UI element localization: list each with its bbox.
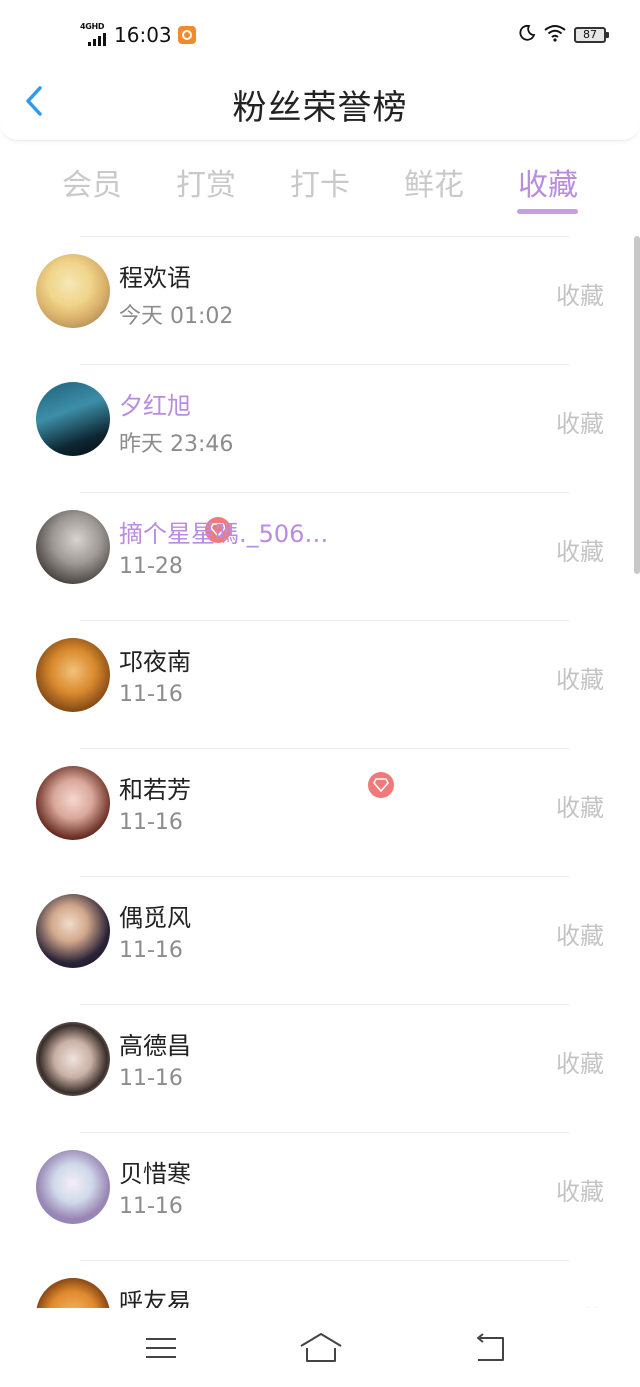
navigation-bar xyxy=(0,1308,640,1387)
signal-icon: 4GHD xyxy=(80,22,112,48)
wifi-icon xyxy=(544,24,566,46)
list-item[interactable]: 邛夜南 11-16 收藏 xyxy=(0,620,640,748)
list-item[interactable]: 夕红旭 昨天 23:46 收藏 xyxy=(0,364,640,543)
divider xyxy=(80,492,570,493)
fan-action-label: 收藏 xyxy=(556,282,604,310)
divider xyxy=(80,364,570,365)
divider xyxy=(80,748,570,749)
fan-time: 11-16 xyxy=(119,682,183,707)
divider xyxy=(80,236,570,237)
fan-name: 贝惜寒 xyxy=(119,1160,191,1188)
status-bar: 4GHD 16:03 87 xyxy=(0,0,640,64)
fan-name: 夕红旭 xyxy=(119,392,191,420)
list-item[interactable]: 和若芳 11-16 收藏 xyxy=(0,748,640,876)
menu-icon[interactable] xyxy=(141,1328,181,1368)
fan-list: 程欢语 今天 01:02 收藏 夕红旭 昨天 23:46 收藏 摘个星星嗎._5… xyxy=(0,236,640,1308)
avatar xyxy=(36,766,110,840)
avatar xyxy=(36,1278,110,1308)
fan-action-label: 收藏 xyxy=(556,794,604,822)
fan-action-label: 收藏 xyxy=(556,1178,604,1206)
fan-action-label: 收藏 xyxy=(556,1300,604,1308)
moon-icon xyxy=(518,24,536,46)
list-item[interactable]: 程欢语 今天 01:02 收藏 xyxy=(0,236,640,364)
fan-name: 摘个星星嗎._506… xyxy=(119,520,329,548)
tab-bar: 会员 打赏 打卡 鲜花 收藏 xyxy=(0,150,640,218)
back-icon[interactable] xyxy=(470,1328,510,1368)
fan-time: 11-16 xyxy=(119,810,183,835)
fan-name: 呼友易 xyxy=(119,1288,191,1308)
fan-name: 邛夜南 xyxy=(119,648,191,676)
fan-time: 11-28 xyxy=(119,554,183,579)
header: 粉丝荣誉榜 xyxy=(0,60,640,141)
avatar xyxy=(36,510,110,584)
fan-name: 和若芳 xyxy=(119,776,191,804)
avatar xyxy=(36,382,110,456)
fan-action-label: 收藏 xyxy=(556,1050,604,1078)
list-item[interactable]: 呼友易 收藏 xyxy=(0,1260,640,1308)
fan-action-label: 收藏 xyxy=(556,538,604,566)
tab-indicator xyxy=(517,209,578,214)
app-notification-icon xyxy=(177,26,196,44)
fan-time: 今天 01:02 xyxy=(119,304,234,329)
tab-reward[interactable]: 打赏 xyxy=(151,160,261,204)
list-item[interactable]: 摘个星星嗎._506… 11-28 收藏 xyxy=(0,492,640,798)
fan-action-label: 收藏 xyxy=(556,922,604,950)
tab-favorites[interactable]: 收藏 xyxy=(493,160,603,204)
fan-name: 程欢语 xyxy=(119,264,191,292)
avatar xyxy=(36,254,110,328)
fan-time: 11-16 xyxy=(119,938,183,963)
status-time: 16:03 xyxy=(114,23,172,47)
tab-checkin[interactable]: 打卡 xyxy=(265,160,375,204)
avatar xyxy=(36,894,110,968)
list-item[interactable]: 贝惜寒 11-16 收藏 xyxy=(0,1132,640,1260)
battery-icon: 87 xyxy=(574,27,609,43)
fan-time: 11-16 xyxy=(119,1066,183,1091)
page-title: 粉丝荣誉榜 xyxy=(232,88,408,128)
avatar xyxy=(36,1150,110,1224)
divider xyxy=(80,1132,570,1133)
tab-member[interactable]: 会员 xyxy=(37,160,147,204)
avatar xyxy=(36,638,110,712)
scrollbar[interactable] xyxy=(634,236,640,574)
fan-action-label: 收藏 xyxy=(556,410,604,438)
divider xyxy=(80,620,570,621)
fan-name: 高德昌 xyxy=(119,1032,191,1060)
list-item[interactable]: 高德昌 11-16 收藏 xyxy=(0,1004,640,1132)
divider xyxy=(80,1004,570,1005)
fan-name: 偶觅风 xyxy=(119,904,191,932)
divider xyxy=(80,1260,570,1261)
divider xyxy=(80,876,570,877)
list-item[interactable]: 偶觅风 11-16 收藏 xyxy=(0,876,640,1004)
fan-action-label: 收藏 xyxy=(556,666,604,694)
home-icon[interactable] xyxy=(298,1328,344,1368)
tab-flowers[interactable]: 鲜花 xyxy=(379,160,489,204)
fan-time: 11-16 xyxy=(119,1194,183,1219)
avatar xyxy=(36,1022,110,1096)
fan-time: 昨天 23:46 xyxy=(119,432,234,457)
